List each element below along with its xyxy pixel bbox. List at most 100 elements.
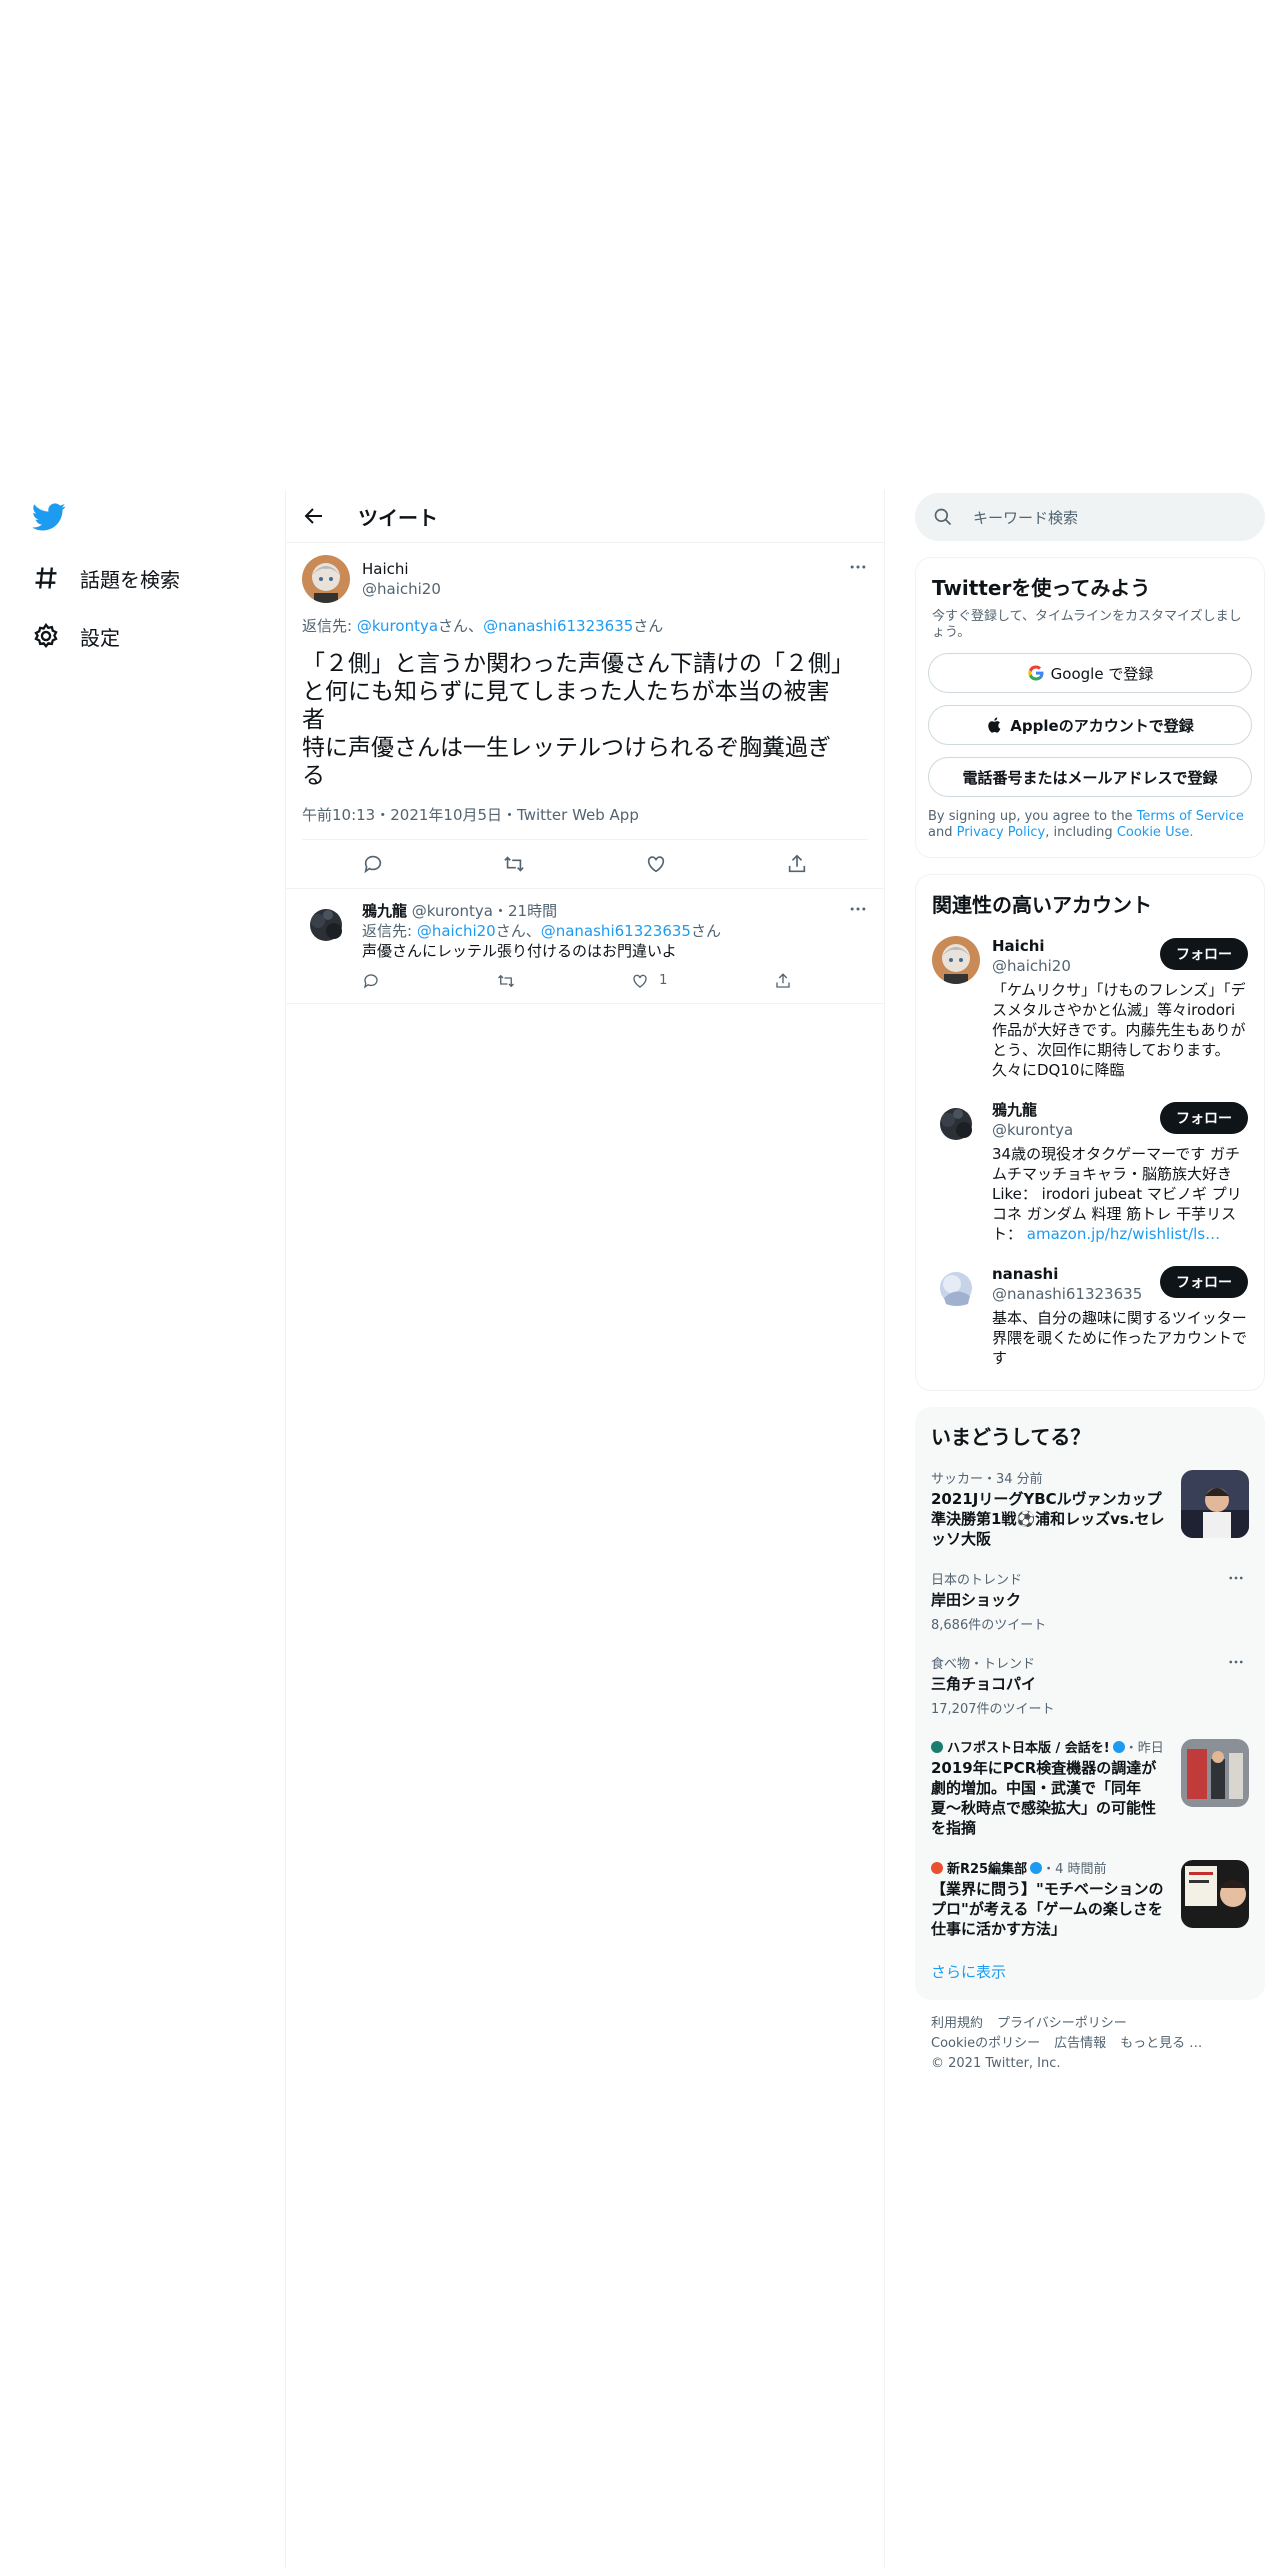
legal-text: By signing up, you agree to the [928,809,1137,824]
apple-signup-button[interactable]: Appleのアカウントで登録 [928,705,1252,745]
trend-item[interactable]: サッカー・34 分前 2021JリーグYBCルヴァンカップ準決勝第1戦⚽浦和レッ… [927,1458,1253,1559]
reply-action[interactable] [362,971,390,991]
trend-item[interactable]: 食べ物・トレンド 三角チョコパイ 17,207件のツイート [927,1643,1253,1727]
search-input[interactable]: キーワード検索 [915,493,1265,541]
reply-san: さん、 [495,922,541,940]
back-arrow-icon[interactable] [302,504,326,528]
relevant-accounts-card: 関連性の高いアカウント Haichi @haichi20 「ケムリクサ」「けもの… [915,874,1265,1391]
avatar[interactable] [932,936,980,984]
author-name[interactable]: Haichi [362,559,441,579]
reply-san: さん [690,922,721,940]
signup-title: Twitterを使ってみよう [932,576,1151,600]
tweet-text: 「２側」と言うか関わった声優さん下請けの「２側」 と何にも知らずに見てしまった人… [302,651,854,789]
footer-more-link[interactable]: もっと見る … [1120,2036,1202,2051]
avatar[interactable] [302,555,350,603]
reply-author-handle[interactable]: @kurontya [412,902,493,920]
footer-cookie-link[interactable]: Cookieのポリシー [931,2036,1040,2051]
reply-user-link[interactable]: @nanashi61323635 [541,922,691,940]
author-handle[interactable]: @haichi20 [362,579,441,599]
more-icon[interactable] [848,899,868,919]
google-signup-button[interactable]: Google で登録 [928,653,1252,693]
phone-email-signup-button[interactable]: 電話番号またはメールアドレスで登録 [928,757,1252,797]
footer-privacy-link[interactable]: プライバシーポリシー [997,2016,1127,2031]
nav-explore[interactable]: 話題を検索 [32,558,180,598]
retweet-action[interactable] [497,971,525,991]
verified-icon [1030,1862,1043,1874]
footer-ads-link[interactable]: 広告情報 [1054,2036,1106,2051]
account-bio: 34歳の現役オタクゲーマーです ガチムチマッチョキャラ・脳筋族大好き Like：… [992,1144,1248,1244]
trend-title: 岸田ショック [931,1591,1022,1609]
trend-count: 17,207件のツイート [931,1702,1055,1717]
like-icon[interactable] [645,853,667,875]
trend-time: ・昨日 [1124,1741,1164,1756]
account-item[interactable]: Haichi @haichi20 「ケムリクサ」「けものフレンズ」「デスメタルさ… [928,926,1252,1090]
publisher-icon [931,1741,943,1753]
follow-button[interactable]: フォロー [1160,938,1248,970]
more-icon[interactable] [1227,1569,1245,1587]
avatar[interactable] [932,1264,980,1312]
share-icon[interactable] [786,853,808,875]
reply-to: 返信先: @haichi20さん、@nanashi61323635さん [362,921,868,941]
show-more-link[interactable]: さらに表示 [931,1961,1249,1982]
reply-time[interactable]: ・21時間 [493,902,557,920]
cookie-link[interactable]: Cookie Use. [1117,825,1194,840]
tweet-timestamp[interactable]: 午前10:13・2021年10月5日・Twitter Web App [302,804,868,840]
reply-user-link[interactable]: @kurontya [357,617,438,635]
like-count: 1 [659,973,668,988]
reply-san: さん、 [438,617,484,635]
trend-title: 三角チョコパイ [931,1675,1037,1693]
nav-settings[interactable]: 設定 [32,616,120,656]
reply-prefix: 返信先: [302,617,357,635]
share-action[interactable] [774,971,802,991]
reply-text: 声優さんにレッテル張り付けるのはお門違いよ [362,942,677,960]
twitter-logo-icon[interactable] [32,500,66,534]
account-bio: 基本、自分の趣味に関するツイッター界隈を覗くために作ったアカウントです [992,1309,1248,1367]
right-sidebar: キーワード検索 Twitterを使ってみよう 今すぐ登録して、タイムラインをカス… [915,490,1265,2088]
like-action[interactable]: 1 [631,971,667,991]
trend-thumbnail [1181,1470,1249,1538]
trend-thumbnail [1181,1739,1249,1807]
signup-legal: By signing up, you agree to the Terms of… [928,809,1252,841]
more-icon[interactable] [1227,1653,1245,1671]
share-icon [776,973,790,988]
trend-meta: 日本のトレンド [931,1573,1023,1588]
reply-icon[interactable] [362,853,384,875]
signup-subtitle: 今すぐ登録して、タイムラインをカスタマイズしましょう。 [932,609,1242,640]
footer-terms-link[interactable]: 利用規約 [931,2016,983,2031]
legal-text: and [928,825,957,840]
privacy-link[interactable]: Privacy Policy [957,825,1046,840]
apple-signup-label: Appleのアカウントで登録 [1010,716,1194,735]
legal-text: , including [1045,825,1117,840]
focused-tweet: Haichi @haichi20 返信先: @kurontyaさん、@nanas… [286,543,884,889]
trend-thumbnail [1181,1860,1249,1928]
retweet-icon[interactable] [503,853,525,875]
footer: 利用規約 プライバシーポリシー Cookieのポリシー 広告情報 もっと見る … © … [931,2014,1249,2074]
account-item[interactable]: 鴉九龍 @kurontya 34歳の現役オタクゲーマーです ガチムチマッチョキャ… [928,1090,1252,1254]
reply-actions: 1 [362,971,802,991]
reply-tweet[interactable]: 鴉九龍 @kurontya・21時間 返信先: @haichi20さん、@nan… [286,889,884,1004]
reply-author-name[interactable]: 鴉九龍 [362,902,407,920]
avatar[interactable] [302,901,350,949]
follow-button[interactable]: フォロー [1160,1266,1248,1298]
trend-item[interactable]: 新R25編集部 ・4 時間前 【業界に問う】"モチベーションのプロ"が考える「ゲー… [927,1848,1253,1949]
trends-card: いまどうしてる？ サッカー・34 分前 2021JリーグYBCルヴァンカップ準決… [915,1407,1265,2000]
apple-icon [988,717,1001,733]
page-title: ツイート [358,505,438,530]
retweet-icon [497,974,514,988]
follow-button[interactable]: フォロー [1160,1102,1248,1134]
reply-user-link[interactable]: @nanashi61323635 [483,617,633,635]
terms-link[interactable]: Terms of Service [1137,809,1244,824]
wishlist-link[interactable]: amazon.jp/hz/wishlist/ls… [1027,1225,1220,1243]
avatar[interactable] [932,1100,980,1148]
trend-item[interactable]: ハフポスト日本版 / 会話を! ・昨日 2019年にPCR検査機器の調達が劇的増加… [927,1727,1253,1848]
publisher-icon [931,1862,943,1874]
publisher-name: 新R25編集部 [947,1862,1028,1877]
hashtag-icon [35,567,57,589]
trend-item[interactable]: 日本のトレンド 岸田ショック 8,686件のツイート [927,1559,1253,1643]
relevant-title: 関連性の高いアカウント [932,893,1152,917]
account-item[interactable]: nanashi @nanashi61323635 基本、自分の趣味に関するツイッ… [928,1254,1252,1378]
reply-icon [363,974,378,989]
search-icon [934,508,952,526]
reply-user-link[interactable]: @haichi20 [417,922,496,940]
more-icon[interactable] [848,557,868,577]
